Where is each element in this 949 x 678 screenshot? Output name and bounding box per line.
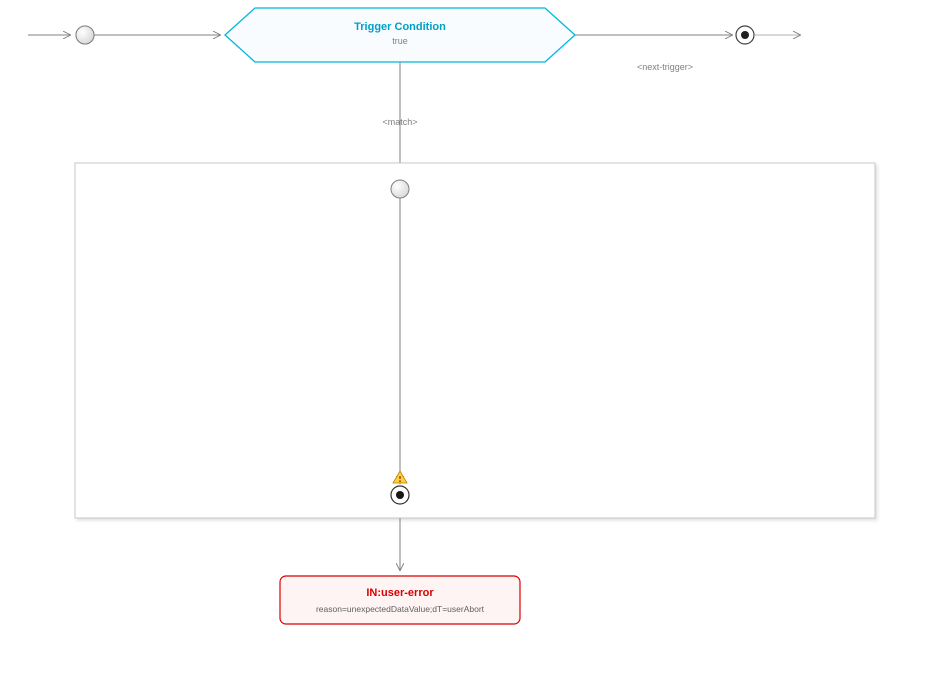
- error-title-text: IN:user-error: [366, 587, 434, 599]
- trigger-value-text: true: [392, 36, 408, 46]
- edge-label-next-trigger: <next-trigger>: [637, 62, 693, 72]
- error-node: IN:user-error reason=unexpectedDataValue…: [280, 576, 520, 624]
- trigger-title-text: Trigger Condition: [354, 21, 446, 33]
- trigger-condition-node: Trigger Condition true: [225, 8, 575, 62]
- end-node-right: [736, 26, 754, 44]
- inner-start-node: [391, 180, 409, 198]
- edge-label-match: <match>: [382, 117, 417, 127]
- inner-end-node: [391, 486, 409, 504]
- container-box: [75, 163, 875, 518]
- start-node-circle: [76, 26, 94, 44]
- error-detail-text: reason=unexpectedDataValue;dT=userAbort: [316, 604, 485, 614]
